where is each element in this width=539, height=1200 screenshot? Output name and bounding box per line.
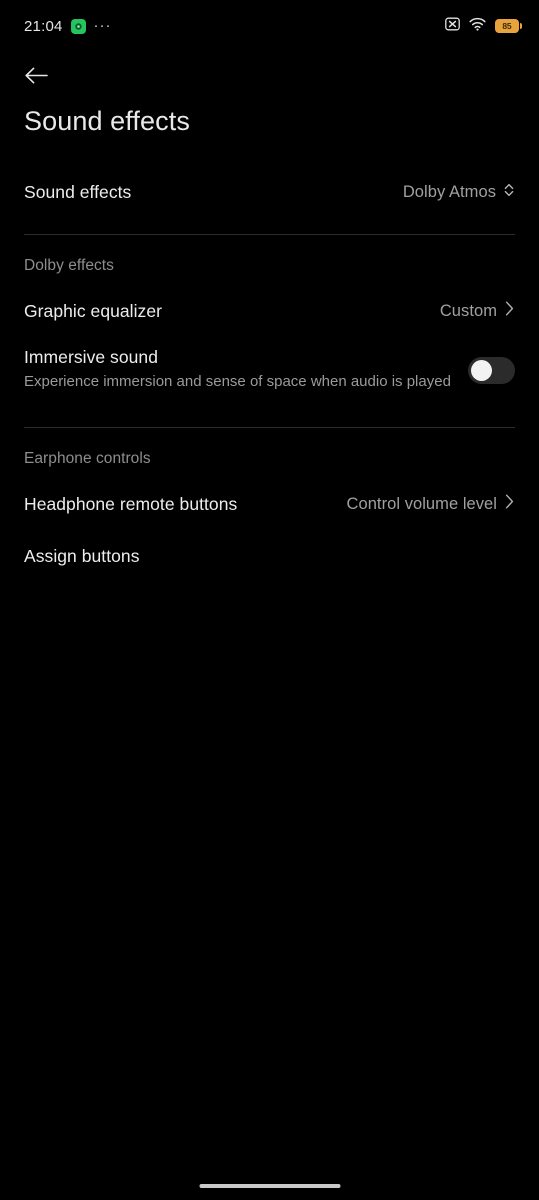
list-item-graphic-equalizer[interactable]: Graphic equalizer Custom: [0, 285, 539, 337]
settings-list: Sound effects Dolby Atmos Dolby effects …: [0, 166, 539, 582]
row-text: Graphic equalizer: [24, 301, 176, 322]
battery-body: 85: [495, 19, 519, 33]
chevron-right-icon: [504, 300, 515, 322]
row-text: Assign buttons: [24, 546, 154, 567]
list-item-label: Assign buttons: [24, 545, 140, 566]
status-bar-left: 21:04 ···: [24, 18, 112, 35]
status-overflow-dots: ···: [93, 17, 112, 34]
row-trailing: Custom: [440, 300, 515, 322]
mute-crossed-icon: [445, 17, 460, 36]
chevron-right-icon: [504, 493, 515, 515]
app-notification-icon: [70, 18, 86, 34]
row-text: Headphone remote buttons: [24, 494, 251, 515]
home-gesture-bar[interactable]: [199, 1183, 340, 1188]
list-item-value: Control volume level: [346, 494, 497, 513]
status-bar-right: 85: [445, 17, 522, 36]
section-header-earphone-controls: Earphone controls: [24, 450, 151, 467]
status-time: 21:04: [24, 17, 63, 35]
toggle-knob: [471, 359, 492, 381]
row-text: Immersive sound Experience immersion and…: [24, 347, 465, 392]
section-header-dolby-effects: Dolby effects: [24, 257, 114, 274]
status-bar: 21:04 ··· 85: [0, 0, 539, 52]
list-item-value: Dolby Atmos: [402, 182, 496, 201]
row-trailing: Dolby Atmos: [403, 182, 515, 203]
back-arrow-icon: [24, 65, 49, 91]
back-button[interactable]: [24, 61, 58, 95]
settings-screen: 21:04 ··· 85 Sound effects Sound effects…: [0, 0, 539, 1200]
list-item-value: Custom: [439, 301, 497, 320]
page-title: Sound effects: [24, 106, 190, 136]
row-trailing: Control volume level: [347, 493, 515, 515]
updown-chevron-icon: [503, 182, 515, 203]
top-app-bar: [0, 60, 539, 96]
list-item-sound-effects[interactable]: Sound effects Dolby Atmos: [0, 166, 539, 218]
list-item-headphone-remote-buttons[interactable]: Headphone remote buttons Control volume …: [0, 478, 539, 530]
battery-level-text: 85: [502, 20, 512, 31]
list-item-label: Immersive sound: [24, 347, 158, 368]
wifi-icon: [469, 17, 486, 36]
list-item-immersive-sound[interactable]: Immersive sound Experience immersion and…: [0, 337, 539, 403]
battery-cap: [519, 23, 522, 29]
battery-icon: 85: [495, 19, 522, 33]
list-item-label: Headphone remote buttons: [24, 493, 238, 514]
row-text: Sound effects: [24, 182, 145, 203]
immersive-sound-toggle[interactable]: [468, 356, 515, 384]
list-item-label: Sound effects: [24, 181, 132, 202]
list-item-label: Graphic equalizer: [24, 300, 163, 321]
list-item-assign-buttons[interactable]: Assign buttons: [0, 530, 539, 582]
list-item-description: Experience immersion and sense of space …: [24, 373, 451, 391]
